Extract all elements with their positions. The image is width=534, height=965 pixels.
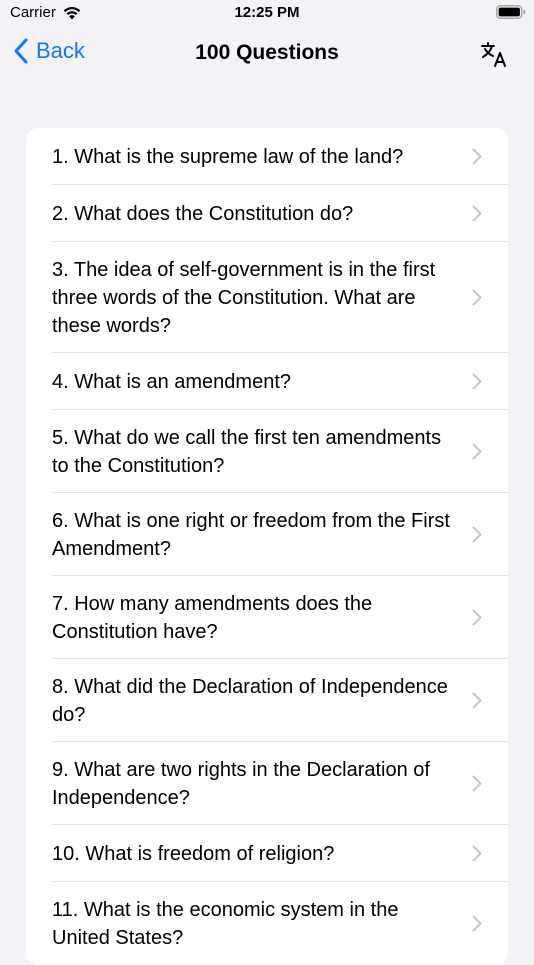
status-bar: Carrier 12:25 PM xyxy=(0,0,534,30)
chevron-right-icon xyxy=(472,289,482,306)
question-text: 1. What is the supreme law of the land? xyxy=(52,145,404,168)
list-item[interactable]: 3. The idea of self-government is in the… xyxy=(26,242,508,353)
list-item[interactable]: 8. What did the Declaration of Independe… xyxy=(26,659,508,742)
chevron-right-icon xyxy=(472,915,482,932)
chevron-right-icon xyxy=(472,609,482,626)
question-text: 6. What is one right or freedom from the… xyxy=(52,509,450,560)
question-text: 11. What is the economic system in the U… xyxy=(52,898,399,949)
questions-list: 1. What is the supreme law of the land? … xyxy=(26,128,508,965)
navigation-bar: Back 100 Questions xyxy=(0,30,534,80)
list-item[interactable]: 4. What is an amendment? xyxy=(26,353,508,410)
list-item[interactable]: 1. What is the supreme law of the land? xyxy=(26,128,508,185)
chevron-right-icon xyxy=(472,148,482,165)
question-text: 3. The idea of self-government is in the… xyxy=(52,258,436,337)
list-item[interactable]: 7. How many amendments does the Constitu… xyxy=(26,576,508,659)
chevron-right-icon xyxy=(472,692,482,709)
question-text: 2. What does the Constitution do? xyxy=(52,202,354,225)
chevron-right-icon xyxy=(472,845,482,862)
translate-icon[interactable] xyxy=(480,40,510,70)
chevron-right-icon xyxy=(472,526,482,543)
list-item[interactable]: 9. What are two rights in the Declaratio… xyxy=(26,742,508,825)
question-text: 8. What did the Declaration of Independe… xyxy=(52,675,448,726)
clock: 12:25 PM xyxy=(234,4,300,21)
question-text: 9. What are two rights in the Declaratio… xyxy=(52,758,430,809)
chevron-right-icon xyxy=(472,205,482,222)
chevron-right-icon xyxy=(472,775,482,792)
page-title: 100 Questions xyxy=(195,41,339,64)
list-item[interactable]: 11. What is the economic system in the U… xyxy=(26,882,508,965)
list-item[interactable]: 2. What does the Constitution do? xyxy=(26,185,508,242)
question-text: 10. What is freedom of religion? xyxy=(52,842,335,865)
list-item[interactable]: 10. What is freedom of religion? xyxy=(26,825,508,882)
list-item[interactable]: 5. What do we call the first ten amendme… xyxy=(26,410,508,493)
chevron-right-icon xyxy=(472,443,482,460)
battery-icon xyxy=(496,5,526,19)
question-text: 5. What do we call the first ten amendme… xyxy=(52,426,442,477)
chevron-right-icon xyxy=(472,373,482,390)
list-item[interactable]: 6. What is one right or freedom from the… xyxy=(26,493,508,576)
question-text: 4. What is an amendment? xyxy=(52,370,292,393)
question-text: 7. How many amendments does the Constitu… xyxy=(52,592,373,643)
